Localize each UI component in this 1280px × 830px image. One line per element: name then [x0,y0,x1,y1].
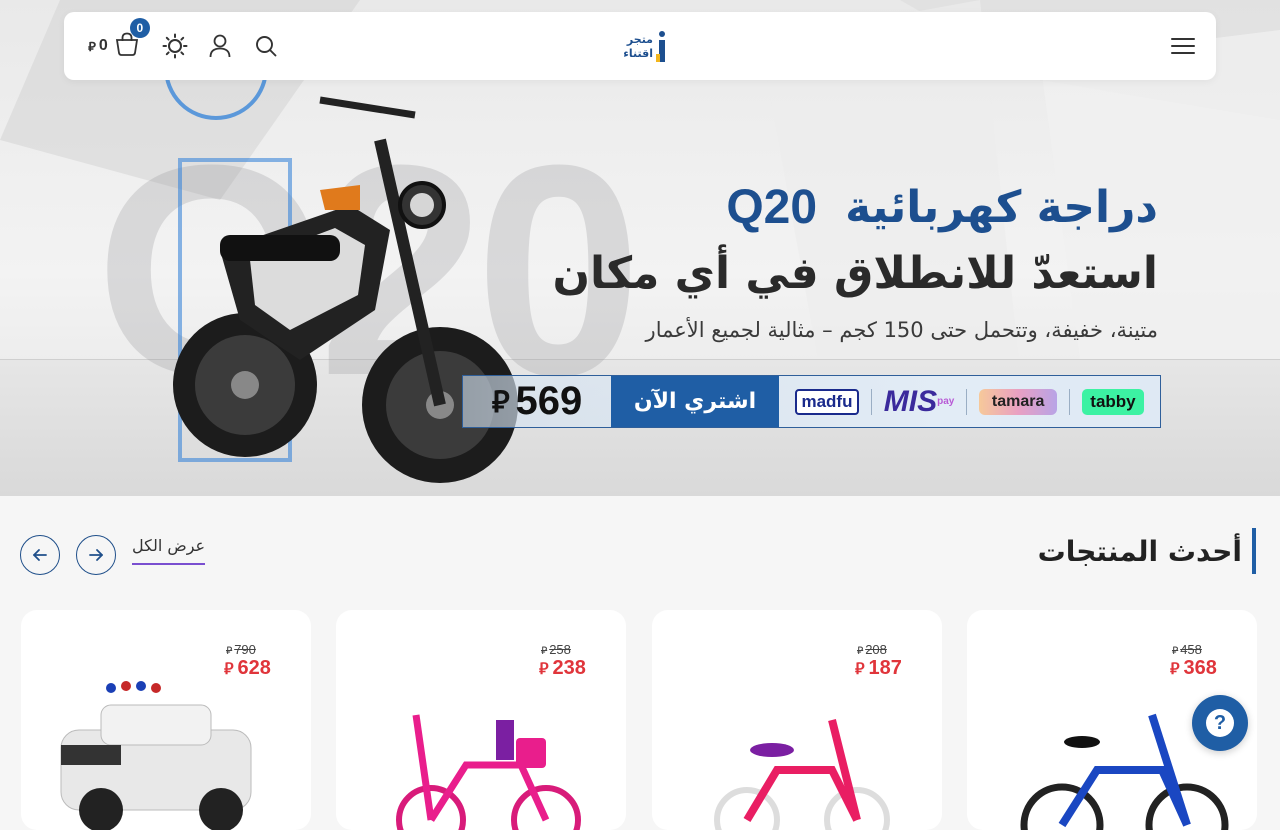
product-image-pink-bike-basket [396,714,581,830]
search-icon [256,36,277,57]
old-price: ⃁ 458 [1172,642,1202,657]
cart-count-badge: 0 [129,18,150,38]
mispay-logo: MIS pay [884,385,955,419]
currency-symbol: ⃁ [857,644,864,657]
madfu-logo: madfu [794,388,859,415]
tabby-logo: tabby [1081,388,1144,415]
menu-button[interactable] [1168,12,1198,80]
product-image-pink-bike [714,719,890,830]
promo-price: ⃁ 569 [463,376,611,427]
hero-title: دراجة كهربائية [845,182,1158,233]
menu-icon [1171,38,1195,54]
store-logo[interactable]: متجر اقتناء [616,28,666,66]
product-card[interactable]: ⃁ 258 ⃁ 238 [336,610,626,830]
currency-symbol: ⃁ [226,644,233,657]
user-icon [209,34,231,58]
cart-total: ⃁ 0 [88,37,108,55]
payment-divider [966,388,968,415]
help-button[interactable]: ? [1192,695,1248,751]
product-card[interactable]: ⃁ 790 ⃁ 628 [21,610,311,830]
hero-title-row: دراجة كهربائية Q20 [726,180,1158,235]
currency-symbol: ⃁ [1172,644,1179,657]
product-image-police-car [60,681,252,830]
product-card[interactable]: ⃁ 208 ⃁ 187 [652,610,942,830]
old-price-value: 458 [1180,642,1202,657]
logo-text: متجر اقتناء [623,33,653,61]
account-button[interactable] [206,12,234,80]
arrow-right-icon [89,549,103,561]
mis-logo-sup: pay [937,396,955,407]
old-price-value: 258 [549,642,571,657]
site-header: ⃁ 0 0 [64,12,1216,80]
currency-symbol: ⃁ [541,644,548,657]
logo-line-1: متجر [626,33,653,47]
sun-icon [162,33,188,59]
search-button[interactable] [252,12,280,80]
payment-methods: madfu MIS pay tamara tabby [779,376,1160,427]
cart-icon: 0 [114,18,150,60]
old-price: ⃁ 208 [857,642,887,657]
mis-logo-text: MIS [883,384,938,418]
old-price-value: 790 [234,642,256,657]
old-price-value: 208 [865,642,887,657]
next-arrow-button[interactable] [76,535,116,575]
logo-mark-icon [656,30,666,64]
tamara-logo: tamara [979,388,1058,415]
section-title: أحدث المنتجات [1038,528,1256,574]
hero-subtitle: استعدّ للانطلاق في أي مكان [552,248,1158,299]
old-price: ⃁ 790 [226,642,256,657]
prev-arrow-button[interactable] [20,535,60,575]
promo-bar: ⃁ 569 اشتري الآن madfu MIS pay tamara tab… [462,375,1161,428]
view-all-link[interactable]: عرض الكل [132,536,206,565]
currency-symbol: ⃁ [491,386,510,419]
currency-symbol: ⃁ [88,38,96,54]
question-icon: ? [1206,709,1234,737]
hero-model: Q20 [726,181,818,234]
cart-total-value: 0 [98,37,108,54]
payment-divider [1069,388,1071,415]
arrow-left-icon [33,549,47,561]
theme-toggle-button[interactable] [160,12,190,80]
old-price: ⃁ 258 [541,642,571,657]
buy-now-button[interactable]: اشتري الآن [611,376,779,427]
payment-divider [870,388,872,415]
logo-line-2: اقتناء [623,47,653,60]
promo-price-value: 569 [515,379,583,423]
hero-description: متينة، خفيفة، وتتحمل حتى 150 كجم – مثالي… [645,318,1158,342]
cart-button[interactable]: ⃁ 0 0 [84,12,150,80]
